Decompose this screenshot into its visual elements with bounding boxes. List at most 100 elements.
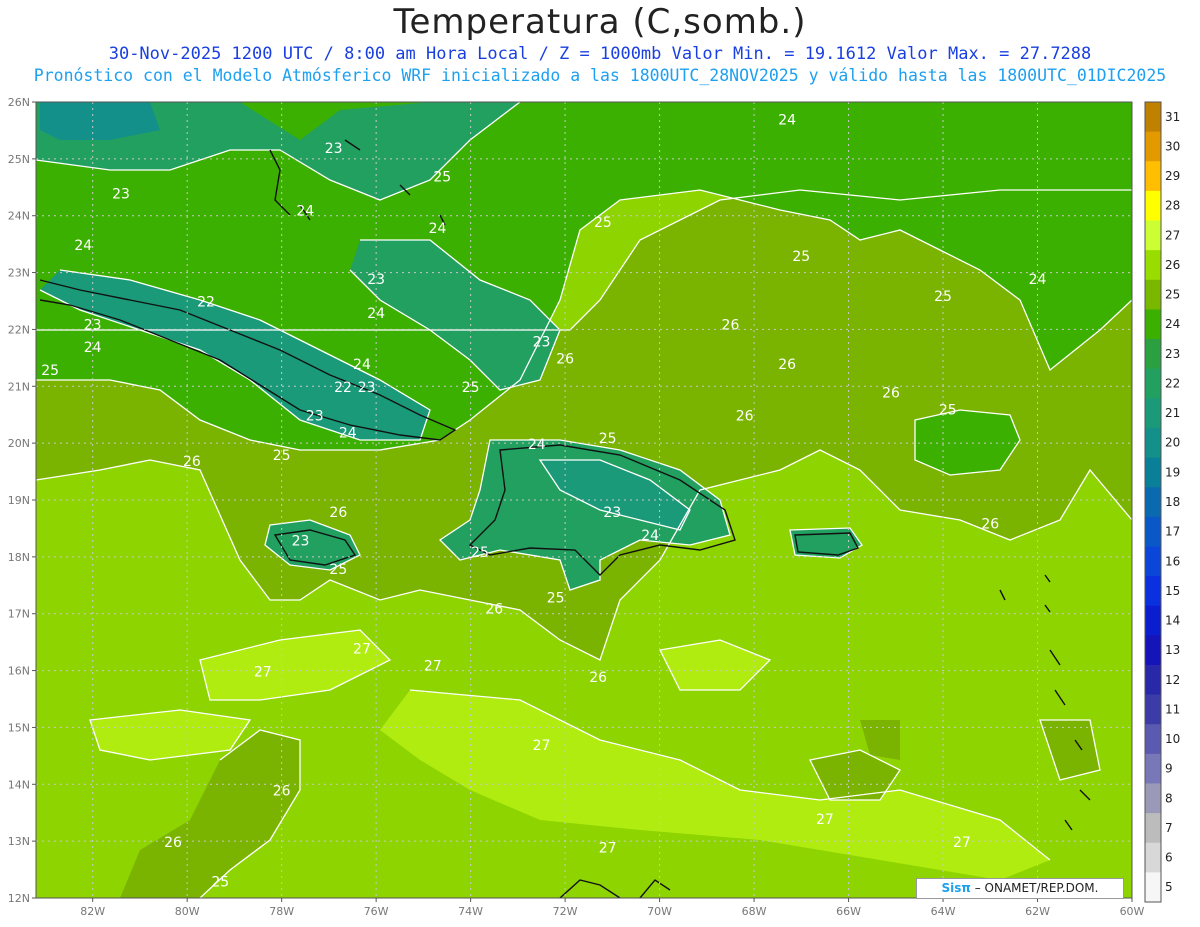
contour-label: 27 — [353, 642, 371, 658]
contour-label: 26 — [722, 317, 740, 333]
contour-label: 25 — [792, 249, 810, 265]
colorbar-swatch — [1145, 339, 1161, 370]
contour-label: 27 — [533, 738, 551, 754]
colorbar-label: 6 — [1165, 851, 1173, 865]
lat-label: 20N — [8, 437, 30, 450]
colorbar-label: 29 — [1165, 169, 1180, 183]
colorbar-label: 17 — [1165, 525, 1180, 539]
lat-label: 14N — [8, 778, 30, 791]
colorbar-swatch — [1145, 664, 1161, 696]
lon-label: 70W — [647, 905, 672, 918]
contour-label: 23 — [603, 505, 621, 521]
colorbar-label: 11 — [1165, 702, 1180, 716]
contour-label: 24 — [641, 528, 659, 544]
colorbar-swatch — [1145, 250, 1161, 281]
colorbar-label: 12 — [1165, 673, 1180, 687]
lon-label: 68W — [742, 905, 767, 918]
contour-label: 26 — [164, 835, 182, 851]
contour-label: 24 — [1029, 272, 1047, 288]
contour-label: 23 — [533, 334, 551, 350]
colorbar-swatch — [1145, 724, 1161, 755]
colorbar-swatch — [1145, 872, 1161, 903]
colorbar-swatch — [1145, 842, 1161, 873]
contour-label: 24 — [74, 238, 92, 254]
contour-label: 25 — [934, 289, 952, 305]
temperature-map: 26N 25N 24N 23N 22N 21N 20N 19N 18N 17N 16N 15N 14N 1… — [8, 96, 1181, 918]
colorbar-swatch — [1145, 813, 1161, 844]
colorbar-label: 13 — [1165, 643, 1180, 657]
contour-label: 26 — [329, 505, 347, 521]
colorbar-swatch — [1145, 487, 1161, 518]
contour-label: 27 — [254, 664, 272, 680]
colorbar-label: 21 — [1165, 406, 1180, 420]
colorbar-swatch — [1145, 309, 1161, 340]
colorbar-label: 8 — [1165, 791, 1173, 805]
contour-label: 26 — [736, 408, 754, 424]
lat-label: 25N — [8, 153, 30, 166]
lat-label: 24N — [8, 210, 30, 223]
colorbar-label: 9 — [1165, 762, 1173, 776]
lat-label: 13N — [8, 835, 30, 848]
colorbar-swatch — [1145, 694, 1161, 725]
contour-label: 24 — [367, 306, 385, 322]
contour-label: 23 — [292, 533, 310, 549]
contour-label: 27 — [599, 841, 617, 857]
lon-label: 78W — [269, 905, 294, 918]
contour-label: 23 — [367, 272, 385, 288]
lon-label: 80W — [175, 905, 200, 918]
lat-label: 22N — [8, 323, 30, 336]
colorbar-label: 30 — [1165, 139, 1180, 153]
contour-label: 24 — [528, 437, 546, 453]
colorbar-swatch — [1145, 753, 1161, 784]
colorbar-swatch — [1145, 102, 1161, 133]
contour-label: 25 — [433, 170, 451, 186]
contour-label: 25 — [547, 590, 565, 606]
lat-label: 21N — [8, 380, 30, 393]
contour-label: 24 — [296, 204, 314, 220]
colorbar-label: 27 — [1165, 228, 1180, 242]
contour-label: 23 — [358, 380, 376, 396]
contour-label: 23 — [112, 187, 130, 203]
lon-label: 76W — [364, 905, 389, 918]
contour-label: 26 — [556, 352, 574, 368]
colorbar-label: 28 — [1165, 199, 1180, 213]
lon-label: 60W — [1120, 905, 1145, 918]
colorbar-label: 10 — [1165, 732, 1180, 746]
contour-label: 25 — [471, 545, 489, 561]
colorbar-swatch — [1145, 190, 1161, 222]
lat-label: 16N — [8, 665, 30, 678]
lat-label: 15N — [8, 721, 30, 734]
contour-label: 23 — [325, 141, 343, 157]
contour-label: 25 — [462, 380, 480, 396]
contour-label: 24 — [84, 340, 102, 356]
colorbar-label: 18 — [1165, 495, 1180, 509]
contour-label: 26 — [485, 602, 503, 618]
colorbar-swatch — [1145, 605, 1161, 636]
colorbar-swatch — [1145, 427, 1161, 459]
contour-label: 26 — [273, 784, 291, 800]
contour-label: 24 — [429, 221, 447, 237]
colorbar-swatch — [1145, 398, 1161, 429]
colorbar-label: 19 — [1165, 465, 1180, 479]
colorbar: 31 30 29 28 27 26 25 24 23 22 21 20 19 18 17 16 15 14 13 12… — [1144, 101, 1180, 903]
lat-label: 17N — [8, 608, 30, 621]
contour-label: 26 — [981, 516, 999, 532]
colorbar-swatch — [1145, 161, 1161, 192]
sispi-logo: Sisπ — [941, 881, 971, 895]
contour-label: 26 — [778, 357, 796, 373]
colorbar-label: 7 — [1165, 821, 1173, 835]
colorbar-label: 22 — [1165, 376, 1180, 390]
lon-label: 62W — [1025, 905, 1050, 918]
colorbar-swatch — [1145, 516, 1161, 547]
colorbar-swatch — [1145, 131, 1161, 162]
colorbar-label: 31 — [1165, 110, 1180, 124]
lat-label: 26N — [8, 96, 30, 109]
contour-label: 22 — [334, 380, 352, 396]
lat-label: 18N — [8, 551, 30, 564]
lon-label: 66W — [836, 905, 861, 918]
contour-label: 22 — [197, 295, 215, 311]
contour-label: 27 — [953, 835, 971, 851]
colorbar-label: 15 — [1165, 584, 1180, 598]
colorbar-label: 25 — [1165, 288, 1180, 302]
contour-label: 25 — [599, 431, 617, 447]
